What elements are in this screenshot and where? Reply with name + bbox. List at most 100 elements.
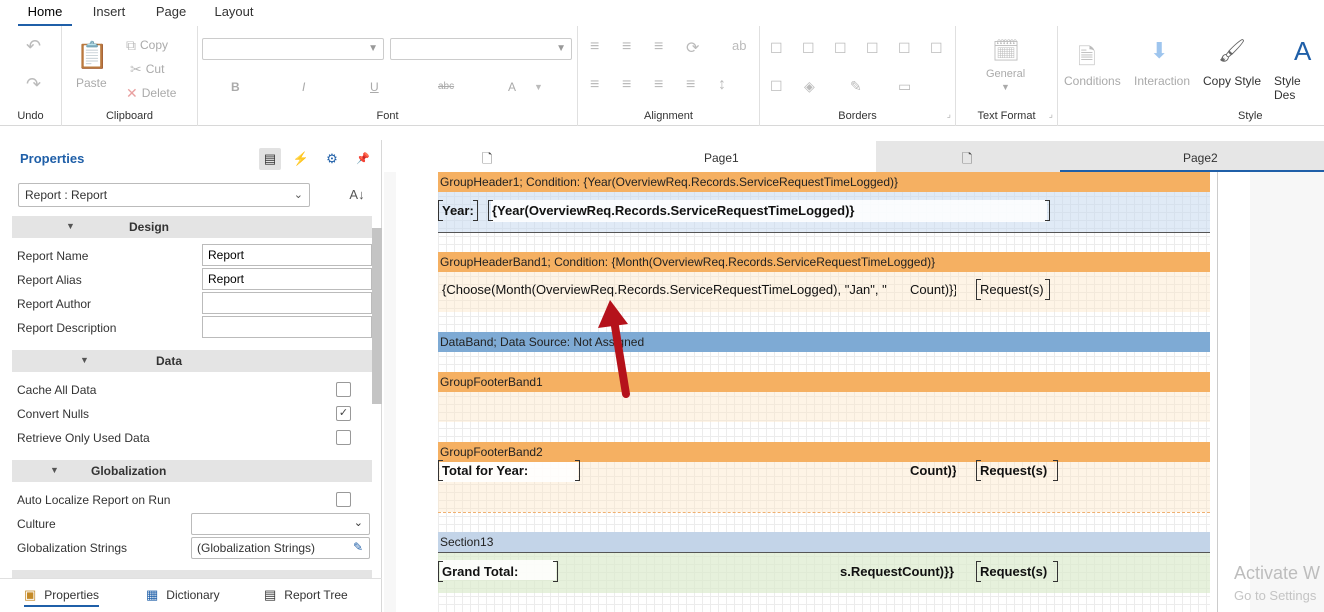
group-footer-band1-body[interactable] <box>438 392 1210 422</box>
convert-nulls-checkbox[interactable]: ✓ <box>336 406 351 421</box>
border-top-icon[interactable]: ☐ <box>802 40 815 57</box>
align-right-icon[interactable]: ≡ <box>654 38 663 56</box>
properties-scrollbar[interactable] <box>372 228 382 404</box>
align-top-icon[interactable]: ≡ <box>590 76 599 94</box>
report-alias-input[interactable] <box>202 268 372 290</box>
sort-icon[interactable]: A↓ <box>346 184 368 206</box>
border-none-icon[interactable]: ☐ <box>930 40 943 57</box>
align-middle-icon[interactable]: ≡ <box>622 76 631 94</box>
line-spacing-icon[interactable]: ↕ <box>718 76 726 94</box>
border-style-icon[interactable]: ▭ <box>898 78 911 95</box>
cut-button[interactable]: ✂ Cut <box>130 62 164 76</box>
group-header-band1[interactable]: GroupHeaderBand1; Condition: {Month(Over… <box>438 252 1210 272</box>
word-wrap-icon[interactable]: ab <box>732 38 746 53</box>
interaction-button[interactable]: Interaction <box>1134 74 1190 88</box>
report-name-input[interactable] <box>202 244 372 266</box>
cache-all-data-checkbox[interactable] <box>336 382 351 397</box>
total-for-year-label[interactable]: Total for Year: <box>438 460 580 481</box>
year-expression[interactable]: {Year(OverviewReq.Records.ServiceRequest… <box>488 200 1050 221</box>
separator-line <box>438 232 1210 233</box>
undo-icon[interactable]: ↶ <box>26 36 41 57</box>
component-selector[interactable]: Report : Report ⌄ <box>18 183 310 207</box>
tab-home[interactable]: Home <box>18 0 72 26</box>
conditions-icon[interactable]: 🗎 <box>1078 40 1096 78</box>
tab-layout[interactable]: Layout <box>210 0 258 26</box>
font-name-select[interactable]: ▼ <box>202 38 384 60</box>
calendar-clock-icon[interactable]: 🗓 <box>992 38 1020 64</box>
font-size-select[interactable]: ▼ <box>390 38 572 60</box>
gear-icon[interactable]: ⚙ <box>321 148 343 170</box>
border-right-icon[interactable]: ☐ <box>898 40 911 57</box>
property-grid-icon[interactable]: ▤ <box>259 148 281 170</box>
data-band[interactable]: DataBand; Data Source: Not Assigned <box>438 332 1210 352</box>
style-designer-icon[interactable]: A <box>1294 36 1311 67</box>
total-requests-label[interactable]: Request(s) <box>976 460 1058 481</box>
delete-icon: ✕ <box>126 85 138 101</box>
category-globalization[interactable]: ▼ Globalization <box>12 460 372 482</box>
borders-launcher-icon[interactable]: ⌟ <box>947 109 951 120</box>
retrieve-only-used-data-checkbox[interactable] <box>336 430 351 445</box>
rotate-text-icon[interactable]: ⟳ <box>686 38 699 58</box>
align-bottom-icon[interactable]: ≡ <box>654 76 663 94</box>
justify-icon[interactable]: ≡ <box>686 76 695 94</box>
total-count-expression[interactable]: Count)}} <box>908 463 956 478</box>
events-icon[interactable]: ⚡ <box>290 148 312 170</box>
tab-page2[interactable]: 🗋 Page2 <box>876 141 1324 172</box>
tab-dictionary[interactable]: ▦ Dictionary <box>146 587 220 603</box>
tab-page[interactable]: Page <box>150 0 192 26</box>
year-label[interactable]: Year: <box>438 200 478 221</box>
italic-button[interactable]: I <box>302 80 305 94</box>
text-format-launcher-icon[interactable]: ⌟ <box>1049 109 1053 120</box>
report-description-input[interactable] <box>202 316 372 338</box>
border-all-icon[interactable]: ☐ <box>770 40 783 57</box>
tab-insert[interactable]: Insert <box>86 0 132 26</box>
culture-select[interactable]: ⌄ <box>191 513 370 535</box>
pin-icon[interactable]: 📌 <box>352 148 374 170</box>
tab-page1[interactable]: 🗋 Page1 <box>384 141 876 172</box>
section13-band[interactable]: Section13 <box>438 532 1210 552</box>
border-bottom-icon[interactable]: ☐ <box>866 40 879 57</box>
page-margin-line <box>1217 172 1218 612</box>
count-expression[interactable]: Count)}} <box>908 282 956 297</box>
auto-localize-checkbox[interactable] <box>336 492 351 507</box>
category-design[interactable]: ▼ Design <box>12 216 372 238</box>
border-color-icon[interactable]: ✎ <box>850 78 862 95</box>
font-color-button[interactable]: A ▼ <box>508 80 543 94</box>
tab-properties[interactable]: ▣ Properties <box>24 587 99 607</box>
strikethrough-button[interactable]: abc <box>438 81 454 92</box>
border-left-icon[interactable]: ☐ <box>834 40 847 57</box>
align-left-icon[interactable]: ≡ <box>590 38 599 56</box>
requests-label[interactable]: Request(s) <box>976 279 1050 300</box>
paste-button[interactable]: Paste <box>76 76 107 90</box>
bold-button[interactable]: B <box>231 80 240 94</box>
design-canvas[interactable]: GroupHeader1; Condition: {Year(OverviewR… <box>384 172 1324 612</box>
group-footer-band1[interactable]: GroupFooterBand1 <box>438 372 1210 392</box>
paste-icon[interactable]: 📋 <box>76 40 108 71</box>
copy-style-button[interactable]: Copy Style <box>1203 74 1261 88</box>
style-designer-button[interactable]: Style Des <box>1274 74 1324 102</box>
align-center-icon[interactable]: ≡ <box>622 38 631 56</box>
pencil-icon[interactable]: ✎ <box>353 540 363 554</box>
tab-report-tree[interactable]: ▤ Report Tree <box>264 587 348 603</box>
interaction-icon[interactable]: ⬇ <box>1150 38 1168 64</box>
redo-icon[interactable]: ↷ <box>26 74 41 95</box>
report-author-input[interactable] <box>202 292 372 314</box>
month-expression[interactable]: {Choose(Month(OverviewReq.Records.Servic… <box>440 282 898 297</box>
grand-requests-label[interactable]: Request(s) <box>976 561 1058 582</box>
fill-color-icon[interactable]: ◈ <box>804 78 815 95</box>
general-format-button[interactable]: General <box>986 68 1025 80</box>
delete-button[interactable]: ✕ Delete <box>126 86 176 100</box>
globalization-strings-field[interactable]: (Globalization Strings) ✎ <box>191 537 370 559</box>
tab-properties-label: Properties <box>44 588 99 602</box>
copy-style-icon[interactable]: 🖌 <box>1218 38 1246 64</box>
group-header1-band[interactable]: GroupHeader1; Condition: {Year(OverviewR… <box>438 172 1210 192</box>
conditions-button[interactable]: Conditions <box>1064 74 1121 88</box>
border-shadow-icon[interactable]: ☐ <box>770 78 783 95</box>
grand-total-label[interactable]: Grand Total: <box>438 561 558 582</box>
underline-button[interactable]: U <box>370 80 379 94</box>
category-data[interactable]: ▼ Data <box>12 350 372 372</box>
grand-count-expression[interactable]: s.RequestCount)}} <box>838 564 956 579</box>
report-area[interactable]: GroupHeader1; Condition: {Year(OverviewR… <box>438 172 1210 612</box>
group-footer-band2[interactable]: GroupFooterBand2 <box>438 442 1210 462</box>
copy-button[interactable]: ⧉ Copy <box>126 38 168 52</box>
